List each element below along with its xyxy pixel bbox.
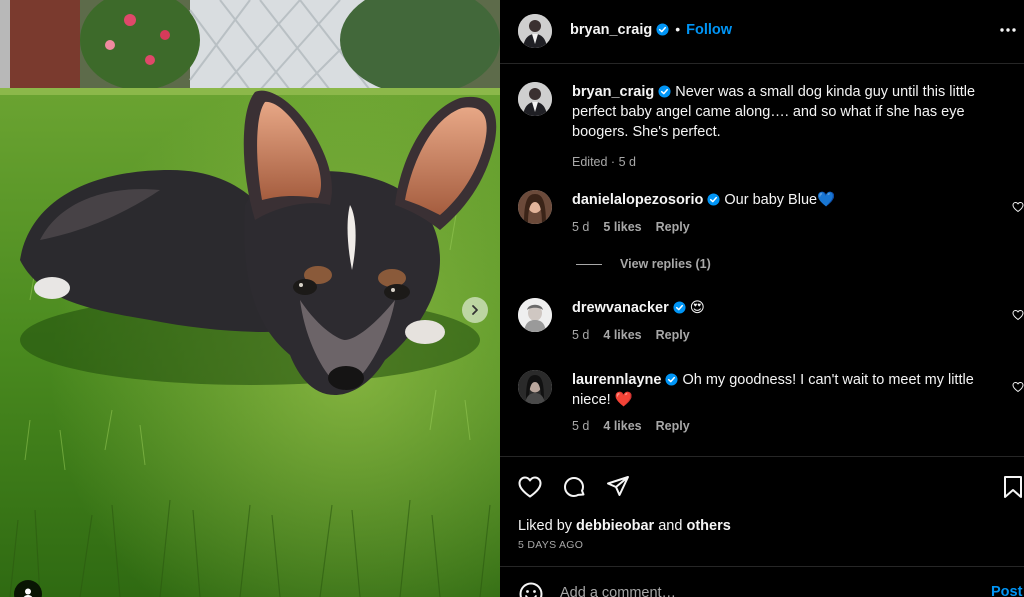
comment-time: 5 d: [572, 220, 590, 234]
liked-by-and: and: [658, 518, 683, 534]
puppy-image: [0, 0, 500, 597]
smiley-icon[interactable]: [518, 581, 544, 597]
send-icon[interactable]: [605, 474, 631, 500]
verified-badge-icon: [665, 373, 678, 386]
verified-badge-icon: [707, 193, 720, 206]
author-avatar-image: [518, 82, 552, 116]
post-comment-button[interactable]: Post: [991, 584, 1022, 597]
commenter-avatar-image: [518, 298, 552, 332]
comment-avatar-laurennlayne[interactable]: [518, 370, 552, 404]
comment-username[interactable]: drewvanacker: [572, 300, 669, 316]
post-detail-panel: bryan_craig • Follow bryan_craig Never was…: [500, 0, 1024, 597]
separator-dot: •: [675, 21, 681, 37]
comment-likes[interactable]: 4 likes: [603, 419, 641, 433]
comment-text: Our baby Blue💙: [724, 192, 836, 208]
edited-label: Edited: [572, 155, 608, 169]
comment-icon[interactable]: [561, 474, 587, 500]
comment-like-heart-icon[interactable]: [1012, 381, 1024, 393]
comment-likes[interactable]: 4 likes: [603, 328, 641, 342]
post-actions: Liked by debbieobar and others 5 DAYS AG…: [500, 456, 1024, 566]
caption-meta: Edited · 5 d: [572, 155, 636, 169]
comment-item: laurennlayne Oh my goodness! I can't wai…: [572, 370, 992, 410]
comment-like-heart-icon[interactable]: [1012, 201, 1024, 213]
view-replies-button[interactable]: View replies (1): [576, 257, 711, 271]
liked-by-text: Liked by debbieobar and others: [518, 518, 731, 534]
liked-by-user[interactable]: debbieobar: [576, 518, 654, 534]
author-avatar-image: [518, 14, 552, 48]
liked-by-prefix: Liked by: [518, 518, 573, 534]
view-replies-label: View replies (1): [620, 257, 711, 271]
caption-author-avatar[interactable]: [518, 82, 552, 116]
comment-username[interactable]: danielalopezosorio: [572, 192, 703, 208]
liked-by-others[interactable]: others: [686, 518, 730, 534]
follow-button[interactable]: Follow: [686, 22, 732, 38]
verified-badge-icon: [656, 23, 669, 36]
commenter-avatar-image: [518, 190, 552, 224]
more-options-icon[interactable]: [998, 22, 1018, 38]
comment-time: 5 d: [572, 419, 590, 433]
comment-item: drewvanacker 😍: [572, 298, 992, 318]
chevron-right-icon: [472, 305, 478, 315]
comment-time: 5 d: [572, 328, 590, 342]
post-photo[interactable]: [0, 0, 500, 597]
commenter-avatar-image: [518, 370, 552, 404]
reply-button[interactable]: Reply: [656, 220, 690, 234]
user-tag-icon: [23, 588, 33, 597]
comment-likes[interactable]: 5 likes: [603, 220, 641, 234]
comment-avatar-drewvanacker[interactable]: [518, 298, 552, 332]
post-header: bryan_craig • Follow: [500, 0, 1024, 64]
heart-icon[interactable]: [517, 474, 543, 500]
comment-text: 😍: [689, 300, 705, 316]
comment-meta: 5 d 5 likes Reply: [572, 220, 704, 234]
reply-button[interactable]: Reply: [656, 328, 690, 342]
replies-divider: [576, 263, 602, 265]
caption-time: 5 d: [618, 155, 636, 169]
comment-meta: 5 d 4 likes Reply: [572, 419, 704, 433]
carousel-next-button[interactable]: [462, 297, 488, 323]
post-date[interactable]: 5 DAYS AGO: [518, 539, 583, 551]
author-avatar[interactable]: [518, 14, 552, 48]
comment-input[interactable]: [560, 581, 960, 597]
comment-item: danielalopezosorio Our baby Blue💙: [572, 190, 992, 210]
comment-avatar-danielalopezosorio[interactable]: [518, 190, 552, 224]
reply-button[interactable]: Reply: [656, 419, 690, 433]
post-caption: bryan_craig Never was a small dog kinda …: [572, 82, 1012, 172]
add-comment-bar: Post: [500, 566, 1024, 597]
comment-username[interactable]: laurennlayne: [572, 372, 661, 388]
verified-badge-icon: [673, 301, 686, 314]
comment-meta: 5 d 4 likes Reply: [572, 328, 704, 342]
comment-like-heart-icon[interactable]: [1012, 309, 1024, 321]
caption-username[interactable]: bryan_craig: [572, 84, 654, 100]
verified-badge-icon: [658, 85, 671, 98]
bookmark-icon[interactable]: [1000, 474, 1024, 500]
author-username[interactable]: bryan_craig: [570, 22, 652, 38]
